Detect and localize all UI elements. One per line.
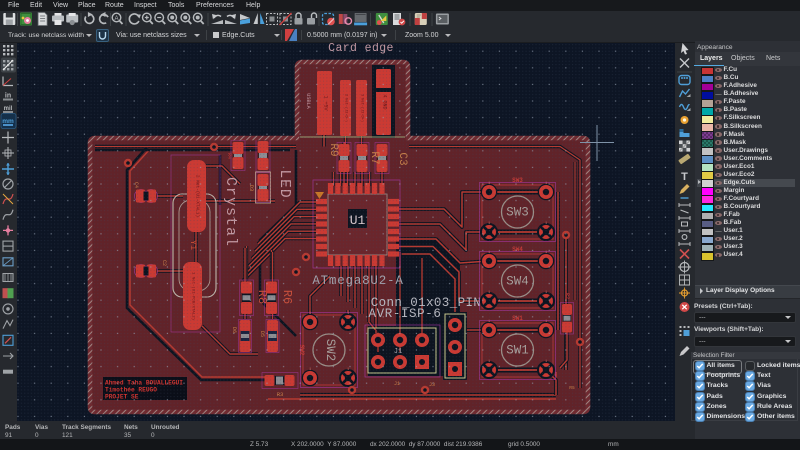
svg-text:T: T (681, 171, 688, 183)
svg-text:in: in (5, 93, 11, 100)
svg-text:mm: mm (2, 118, 14, 125)
svg-text:A: A (114, 16, 118, 22)
